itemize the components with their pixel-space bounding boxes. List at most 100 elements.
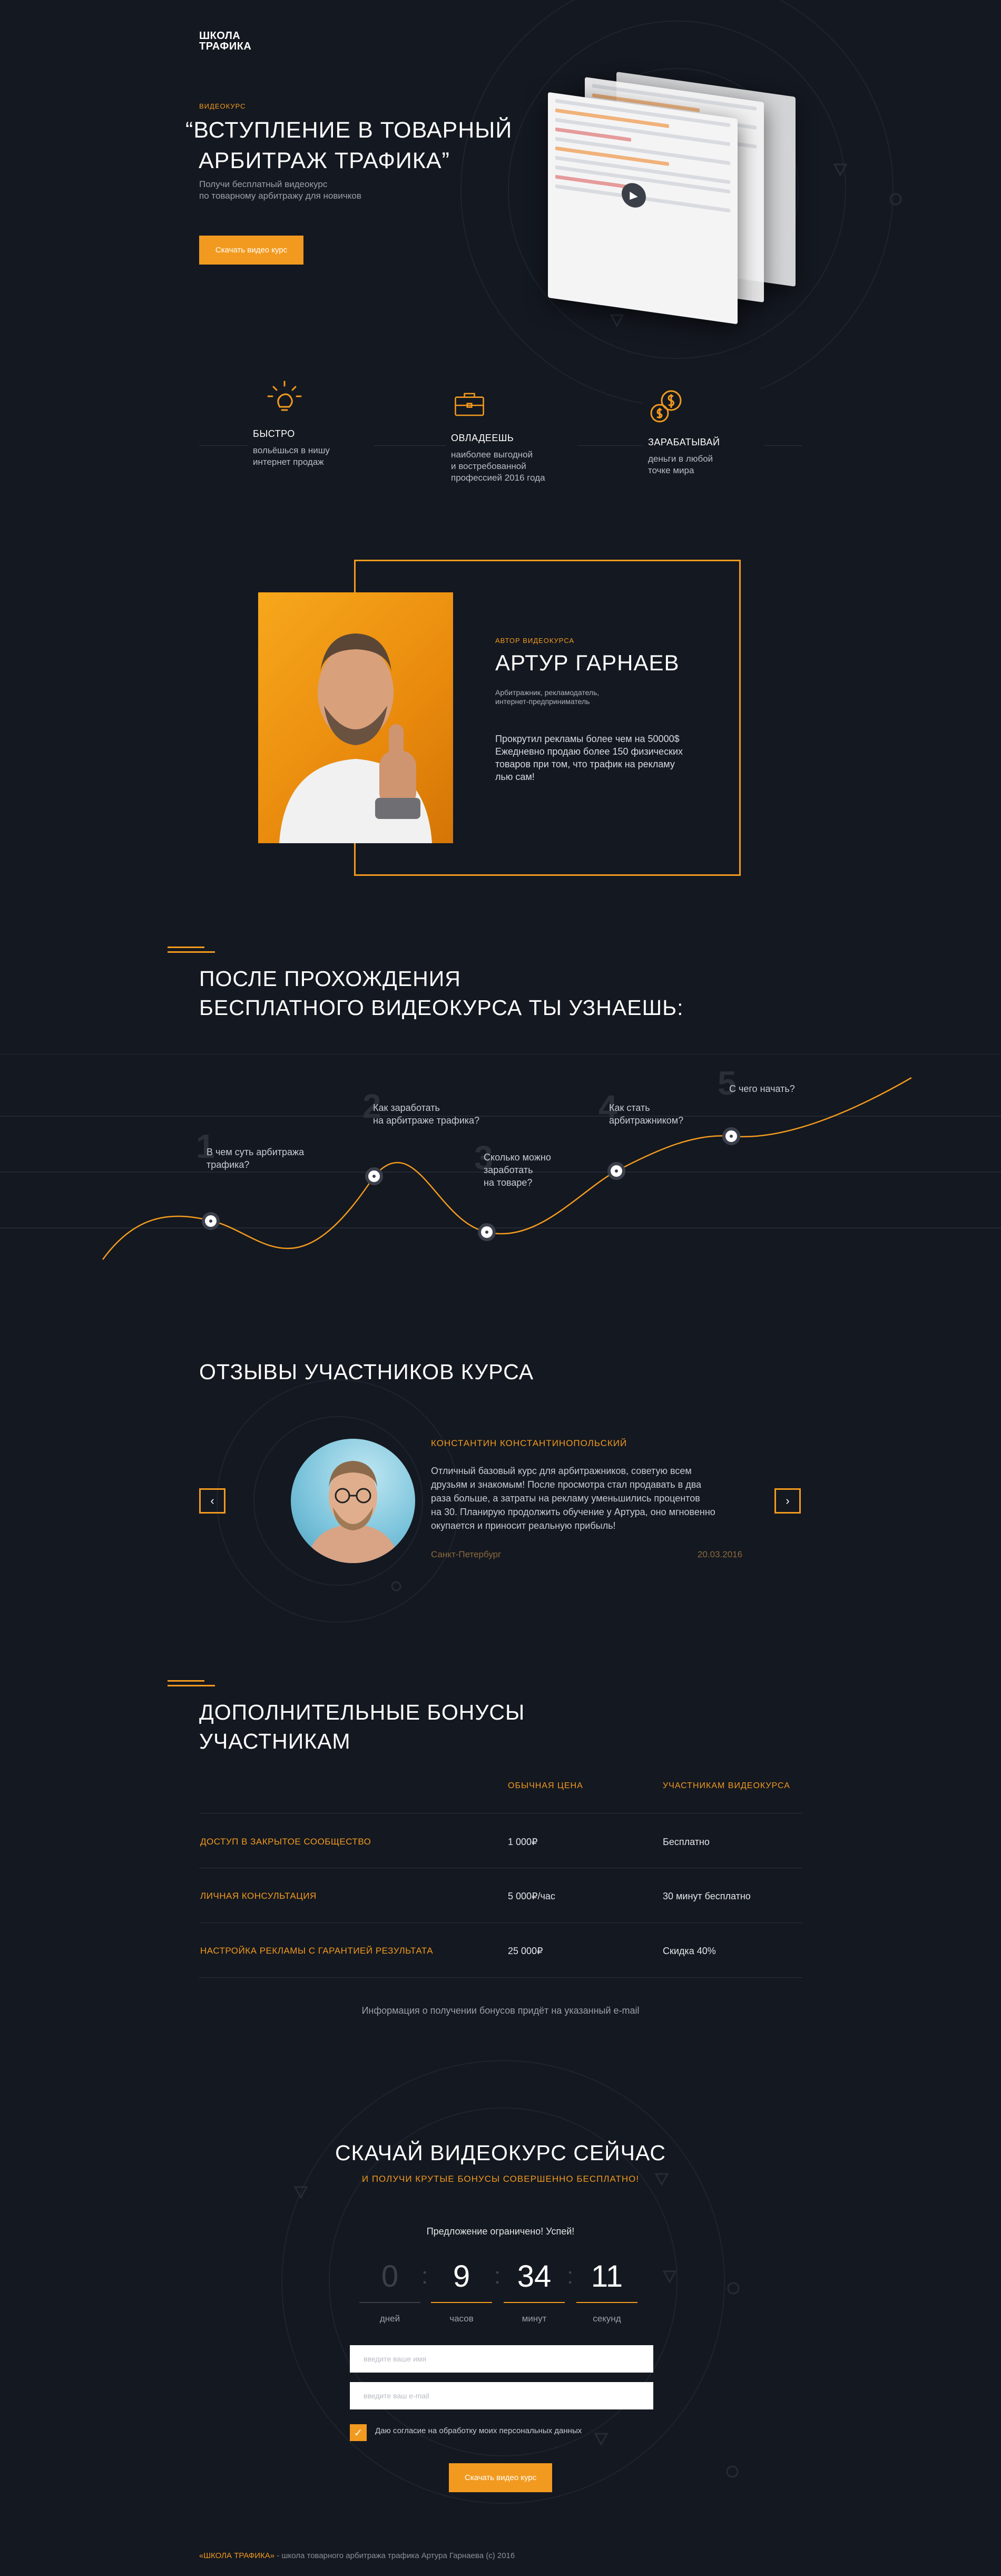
bonus-row-3-regular: 25 000₽ [508, 1946, 543, 1956]
author-text-line2: Ежедневно продаю более 150 физических [495, 746, 683, 757]
countdown-seconds-value: 11 [591, 2259, 623, 2294]
feature-earn: ЗАРАБАТЫВАЙ деньги в любой точке мира [643, 389, 764, 476]
feature-earn-desc-line2: точке мира [648, 465, 694, 475]
download-subtitle: И ПОЛУЧИ КРУТЫЕ БОНУСЫ СОВЕРШЕННО БЕСПЛА… [361, 2174, 640, 2184]
mockup-screen-front: ▶ [548, 92, 738, 325]
hero-subtitle-line2: по товарному арбитражу для новичков [199, 191, 361, 201]
feature-earn-title: ЗАРАБАТЫВАЙ [648, 437, 720, 447]
learn-title: ПОСЛЕ ПРОХОЖДЕНИЯ БЕСПЛАТНОГО ВИДЕОКУРСА… [199, 964, 683, 1022]
bonus-row-3-name: НАСТРОЙКА РЕКЛАМЫ С ГАРАНТИЕЙ РЕЗУЛЬТАТА [200, 1946, 434, 1956]
author-photo-illustration [279, 633, 432, 843]
reviewer-name: КОНСТАНТИН КОНСТАНТИНОПОЛЬСКИЙ [431, 1438, 627, 1448]
learn-title-line1: ПОСЛЕ ПРОХОЖДЕНИЯ [199, 967, 461, 991]
countdown-seconds-underline [576, 2302, 637, 2303]
author-name: АРТУР ГАРНАЕВ [495, 650, 680, 675]
hero-subtitle-line1: Получи бесплатный видеокурс [199, 179, 328, 189]
countdown-hours-underline [431, 2302, 492, 2303]
bonus-row-2-regular: 5 000₽/час [508, 1891, 555, 1901]
point-2-marker[interactable] [365, 1167, 384, 1186]
review-text-line1: Отличный базовый курс для арбитражников,… [431, 1466, 692, 1476]
section-deco-lines [168, 1680, 215, 1687]
hero-title-line1: “ВСТУПЛЕНИЕ В ТОВАРНЫЙ [185, 118, 513, 143]
logo-line1: ШКОЛА [199, 30, 241, 42]
section-deco-lines [168, 947, 215, 954]
countdown-days-label: дней [379, 2314, 400, 2324]
bonus-row-3-members: Скидка 40% [663, 1946, 716, 1956]
col-members-price: УЧАСТНИКАМ ВИДЕОКУРСА [663, 1781, 790, 1790]
chevron-right-icon: › [786, 1494, 790, 1507]
point-5-marker[interactable] [722, 1127, 741, 1146]
countdown-separator: : [567, 2263, 574, 2289]
background-decor [217, 0, 902, 2504]
feature-master: ОВЛАДЕЕШЬ наиболее выгодной и востребова… [446, 390, 577, 484]
checkmark-icon: ✓ [354, 2427, 363, 2439]
email-input[interactable] [350, 2382, 653, 2409]
footer-brand-link[interactable]: «ШКОЛА ТРАФИКА» [199, 2551, 274, 2560]
author-text-line3: товаров при том, что трафик на рекламу [495, 759, 675, 769]
point-1-marker[interactable] [201, 1212, 220, 1231]
reviews-prev-button[interactable]: ‹ [199, 1488, 225, 1514]
point-3-marker[interactable] [477, 1223, 496, 1242]
learn-title-line2: БЕСПЛАТНОГО ВИДЕОКУРСА ТЫ УЗНАЕШЬ: [199, 996, 684, 1020]
countdown: 0 дней : 9 часов : 34 минут : 11 секунд [358, 2259, 653, 2333]
countdown-minutes-value: 34 [517, 2259, 552, 2294]
point-5-line1: С чего начать? [729, 1084, 795, 1094]
point-3-line2: заработать [484, 1165, 533, 1175]
author-text-line1: Прокрутил рекламы более чем на 50000$ [495, 734, 680, 744]
bonuses-title-line2: УЧАСТНИКАМ [199, 1729, 351, 1753]
point-4-line2: арбитражником? [609, 1115, 684, 1126]
download-submit-button[interactable]: Скачать видео курс [449, 2463, 552, 2492]
author-role-line1: Арбитражник, рекламодатель, [495, 688, 600, 697]
author-photo [258, 592, 453, 843]
point-3-line1: Сколько можно [484, 1152, 551, 1163]
feature-master-desc-line1: наиболее выгодной [451, 450, 533, 460]
countdown-separator: : [494, 2263, 501, 2289]
point-4-text: Как стать арбитражником? [609, 1101, 683, 1127]
point-2-line2: на арбитраже трафика? [373, 1115, 480, 1126]
consent-checkbox[interactable]: ✓ [350, 2424, 367, 2441]
review-text: Отличный базовый курс для арбитражников,… [431, 1464, 747, 1533]
countdown-separator: : [421, 2263, 428, 2289]
point-2-text: Как заработать на арбитраже трафика? [373, 1101, 479, 1127]
countdown-hours-value: 9 [453, 2259, 470, 2294]
play-icon: ▶ [622, 181, 646, 209]
author-role-line2: интернет-предприниматель [495, 697, 590, 706]
name-input[interactable] [350, 2345, 653, 2373]
bonus-row-1-members: Бесплатно [663, 1837, 710, 1847]
reviews-next-button[interactable]: › [774, 1488, 801, 1514]
chevron-left-icon: ‹ [210, 1494, 214, 1507]
logo[interactable]: ШКОЛА ТРАФИКА [199, 31, 251, 52]
countdown-hours-label: часов [449, 2314, 474, 2324]
point-5-text: С чего начать? [729, 1082, 795, 1095]
bonus-row-1-regular: 1 000₽ [508, 1837, 538, 1847]
countdown-minutes-underline [504, 2302, 565, 2303]
coins-icon [650, 390, 682, 423]
footer: «ШКОЛА ТРАФИКА» - школа товарного арбитр… [199, 2551, 515, 2560]
feature-fast-desc-line1: вольёшься в нишу [253, 445, 330, 455]
reviewer-avatar [291, 1439, 415, 1563]
hero-subtitle: Получи бесплатный видеокурс по товарному… [199, 179, 420, 202]
point-1-text: В чем суть арбитража трафика? [207, 1146, 304, 1171]
review-date: 20.03.2016 [698, 1549, 743, 1559]
point-3-line3: на товаре? [484, 1177, 533, 1188]
feature-earn-desc: деньги в любой точке мира [648, 453, 759, 476]
lightbulb-icon [267, 380, 302, 411]
feature-master-desc-line2: и востребованной [451, 461, 526, 471]
col-regular-price: ОБЫЧНАЯ ЦЕНА [508, 1781, 583, 1790]
bonus-row-2-name: ЛИЧНАЯ КОНСУЛЬТАЦИЯ [200, 1891, 317, 1901]
download-course-button[interactable]: Скачать видео курс [199, 236, 303, 265]
bonus-row-2-members: 30 минут бесплатно [663, 1891, 751, 1901]
bonuses-note: Информация о получении бонусов придёт на… [361, 2005, 640, 2016]
feature-fast: БЫСТРО вольёшься в нишу интернет продаж [248, 379, 374, 468]
review-text-line4: на 30. Планирую продолжить обучение у Ар… [431, 1507, 715, 1517]
review-text-line2: друзьям и знакомым! После просмотра стал… [431, 1479, 702, 1490]
author-label: АВТОР ВИДЕОКУРСА [495, 637, 575, 645]
countdown-days-underline [359, 2302, 420, 2303]
author-role: Арбитражник, рекламодатель, интернет-пре… [495, 688, 653, 706]
review-text-line5: окупается и приносит реальную прибыль! [431, 1520, 616, 1531]
hero-title-line2: АРБИТРАЖ ТРАФИКА” [199, 148, 450, 173]
feature-earn-desc-line1: деньги в любой [648, 454, 713, 464]
feature-master-desc-line3: профессией 2016 года [451, 473, 545, 483]
table-divider [199, 1977, 802, 1978]
point-4-marker[interactable] [607, 1162, 626, 1180]
